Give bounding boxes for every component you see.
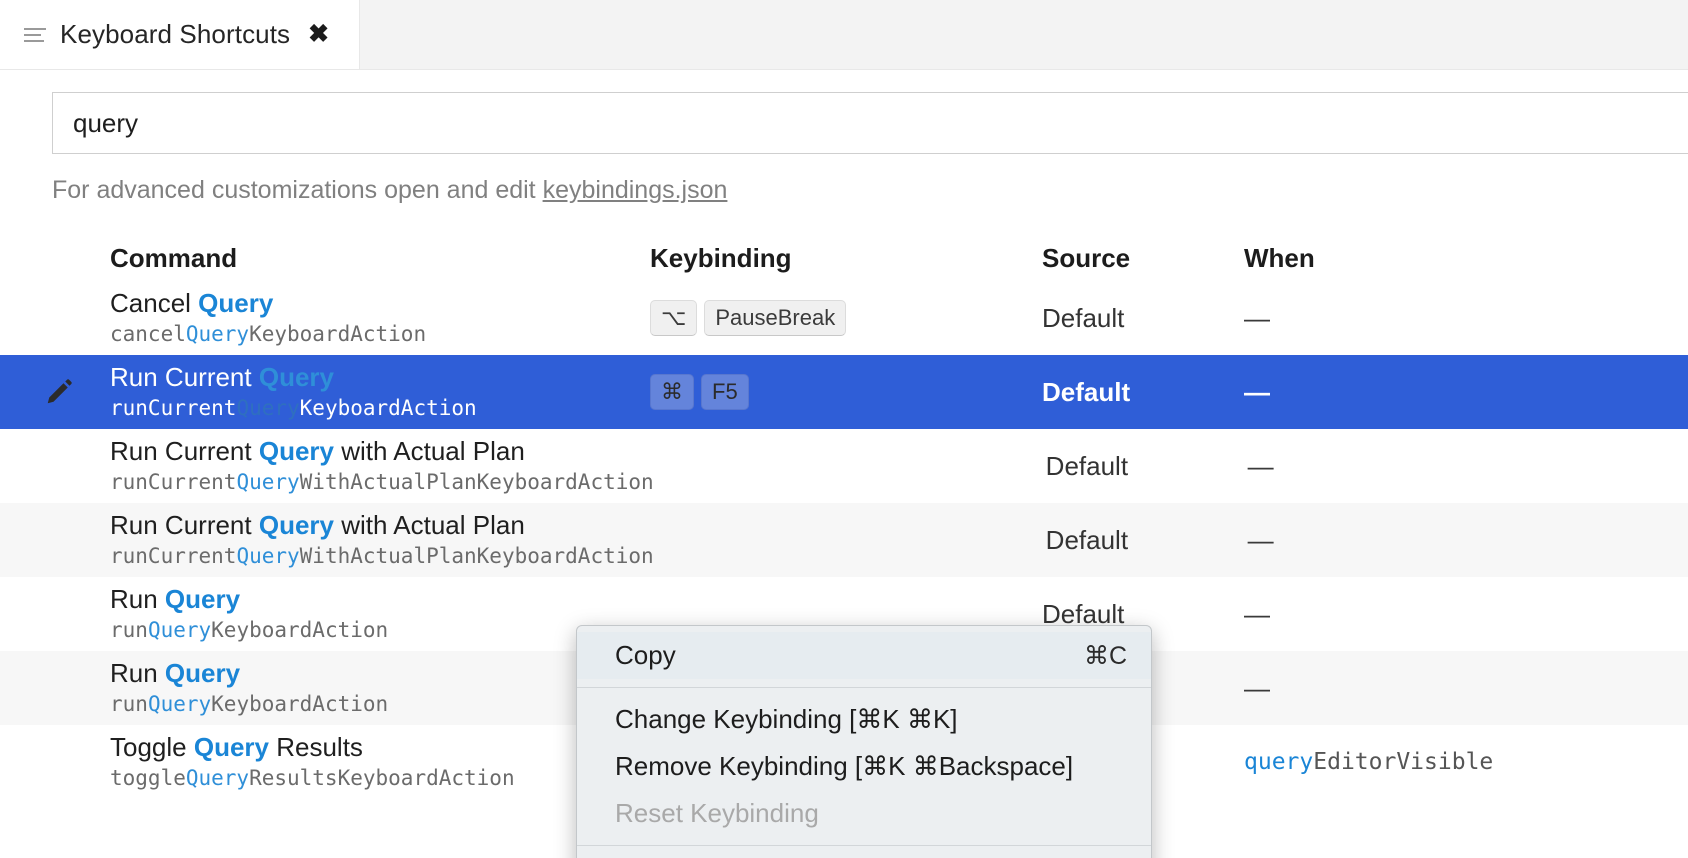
row-command-title: Toggle Query Results [110,731,363,762]
row-when-value: — [1244,672,1270,703]
key-chip: ⌘ [650,374,694,410]
row-command-cell: Run Query runQueryKeyboardAction [68,583,650,644]
row-command-title: Run Query [110,583,241,614]
advanced-hint-text: For advanced customizations open and edi… [52,176,543,204]
keybinding-chips: ⌘ F5 [650,374,749,410]
close-icon[interactable]: ✖ [308,22,329,47]
context-menu-separator-2 [577,845,1151,846]
row-when-cell: — [1246,525,1688,556]
row-command-id: runCurrentQueryWithActualPlanKeyboardAct… [110,544,654,569]
row-command-id: cancelQueryKeyboardAction [110,322,427,347]
row-command-id: runCurrentQueryKeyboardAction [110,396,477,421]
row-when-value: — [1247,524,1274,555]
row-keybinding-cell[interactable]: ⌥ PauseBreak [650,300,1042,336]
keybindings-table: Command Keybinding Source When Cancel Qu… [0,235,1688,858]
row-source-value: Default [1042,598,1125,629]
row-keybinding-cell[interactable]: ⌘ F5 [650,374,1042,410]
header-command[interactable]: Command [68,243,650,274]
tab-bar: Keyboard Shortcuts ✖ [0,0,1688,70]
row-when-value: — [1247,450,1274,481]
row-source-cell: Default [1046,525,1246,556]
row-command-cell: Cancel Query cancelQueryKeyboardAction [68,287,650,348]
key-chip: ⌥ [650,300,698,336]
context-menu-item-remove-keybinding[interactable]: Remove Keybinding [⌘K ⌘Backspace] [577,743,1151,790]
row-command-cell: Run Query runQueryKeyboardAction [68,657,650,718]
context-menu-item-label: Change Keybinding [⌘K ⌘K] [615,704,958,734]
row-command-title: Cancel Query [110,287,274,318]
header-source[interactable]: Source [1042,243,1242,274]
search-area [0,70,1688,154]
context-menu-item-change-keybinding[interactable]: Change Keybinding [⌘K ⌘K] [577,696,1151,743]
row-source-value: Default [1042,376,1131,407]
pencil-icon[interactable] [44,377,74,407]
search-input[interactable] [52,92,1688,154]
context-menu-item-show-conflicts[interactable]: Show Conflicts [577,854,1151,858]
row-source-value: Default [1045,524,1129,555]
header-icon-spacer [0,235,68,281]
row-source-cell: Default [1046,451,1246,482]
key-chip: PauseBreak [704,300,847,336]
table-row[interactable]: Cancel Query cancelQueryKeyboardAction ⌥ Pa… [0,281,1688,355]
context-menu-item-accel: ⌘C [1083,641,1127,670]
row-command-title: Run Query [110,657,241,688]
row-when-value: — [1244,598,1270,629]
row-source-value: Default [1042,302,1125,333]
context-menu-item-label: Remove Keybinding [⌘K ⌘Backspace] [615,751,1074,781]
row-when-cell: — [1242,599,1688,630]
table-header-row: Command Keybinding Source When [0,235,1688,281]
row-source-cell: Default [1042,377,1242,408]
row-when-value: queryEditorVisible [1244,749,1494,775]
keybindings-json-link[interactable]: keybindings.json [543,176,728,204]
row-when-value: — [1244,376,1270,407]
row-command-cell: Toggle Query Results toggleQueryResultsKe… [68,731,650,792]
context-menu: Copy ⌘C Change Keybinding [⌘K ⌘K] Remove… [576,625,1152,858]
row-edit-cell [0,429,68,503]
header-when[interactable]: When [1242,243,1688,274]
row-command-title: Run Current Query with Actual Plan [110,435,525,466]
row-when-cell: — [1242,673,1688,704]
table-row[interactable]: Run Current Query with Actual Plan runCur… [0,429,1688,503]
context-menu-item-label: Copy [615,640,676,670]
row-command-title: Run Current Query [110,361,334,392]
list-lines-icon [24,26,46,44]
row-edit-cell[interactable] [0,355,72,429]
context-menu-item-reset-keybinding: Reset Keybinding [577,790,1151,837]
context-menu-separator-1 [577,687,1151,688]
context-menu-item-label: Reset Keybinding [615,798,819,828]
row-command-id: toggleQueryResultsKeyboardAction [110,766,515,791]
row-command-cell: Run Current Query with Actual Plan runCur… [68,435,654,496]
row-when-value: — [1244,302,1270,333]
row-command-id: runQueryKeyboardAction [110,692,389,717]
context-menu-item-copy[interactable]: Copy ⌘C [577,632,1151,679]
table-row[interactable]: Run Current Query with Actual Plan runCur… [0,503,1688,577]
tab-title: Keyboard Shortcuts [60,19,291,49]
row-command-cell: Run Current Query with Actual Plan runCur… [68,509,654,570]
row-command-id: runCurrentQueryWithActualPlanKeyboardAct… [110,470,654,495]
row-edit-cell [0,725,68,799]
row-edit-cell [0,281,68,355]
row-when-cell: — [1242,377,1688,408]
header-keybinding[interactable]: Keybinding [650,243,1042,274]
row-edit-cell [0,651,68,725]
row-command-cell: Run Current Query runCurrentQueryKeyboard… [68,361,650,422]
row-command-id: runQueryKeyboardAction [110,618,389,643]
tab-keyboard-shortcuts[interactable]: Keyboard Shortcuts ✖ [0,0,360,69]
row-when-cell: queryEditorVisible [1242,749,1688,775]
table-row[interactable]: Run Current Query runCurrentQueryKeyboard… [0,355,1688,429]
row-when-cell: — [1242,303,1688,334]
row-when-cell: — [1246,451,1688,482]
key-chip: F5 [701,374,749,410]
row-edit-cell [0,503,68,577]
keybinding-chips: ⌥ PauseBreak [650,300,847,336]
row-edit-cell [0,577,68,651]
advanced-hint: For advanced customizations open and edi… [52,176,1688,205]
row-source-cell: Default [1042,303,1242,334]
row-source-value: Default [1045,450,1129,481]
row-command-title: Run Current Query with Actual Plan [110,509,525,540]
